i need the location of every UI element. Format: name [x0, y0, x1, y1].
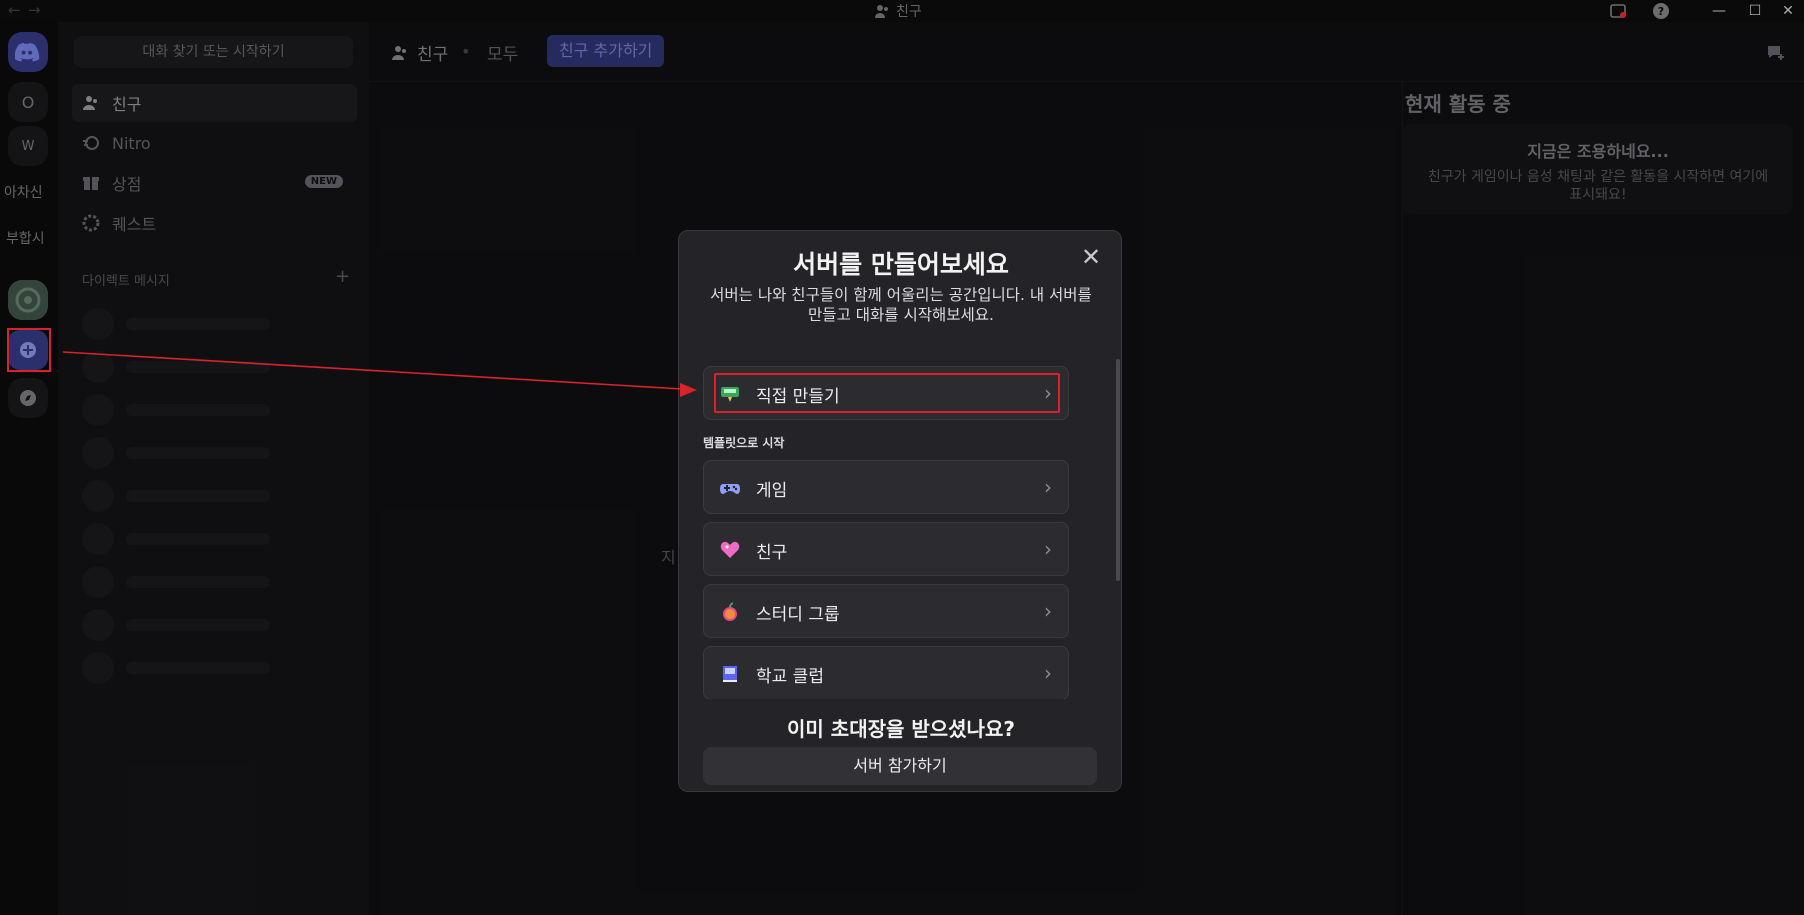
modal-close-button[interactable]: ✕ — [1077, 243, 1105, 271]
annotation-highlight-box — [7, 328, 51, 372]
separator-dot: • — [461, 42, 471, 61]
chevron-right-icon: › — [1044, 537, 1052, 561]
chevron-right-icon: › — [1044, 381, 1052, 405]
back-icon[interactable]: ← — [8, 1, 21, 19]
chevron-right-icon: › — [1044, 475, 1052, 499]
active-now-empty-body: 친구가 게임이나 음성 채팅과 같은 활동을 시작하면 여기에 표시돼요! — [1427, 169, 1769, 203]
inbox-icon[interactable] — [1609, 2, 1627, 20]
template-friends-label: 친구 — [756, 543, 788, 563]
invite-title: 이미 초대장을 받으셨나요? — [787, 717, 1015, 741]
join-server-button[interactable]: 서버 참가하기 — [703, 747, 1097, 785]
template-school-label: 학교 클럽 — [756, 667, 824, 687]
window-title-text: 친구 — [896, 4, 922, 20]
minimize-button[interactable]: — — [1704, 0, 1734, 22]
server-w[interactable]: W — [8, 126, 48, 166]
maximize-button[interactable]: ☐ — [1740, 0, 1770, 22]
create-own-label: 직접 만들기 — [756, 387, 840, 407]
new-badge: NEW — [304, 175, 343, 188]
close-window-button[interactable]: ✕ — [1773, 0, 1803, 22]
server-w-label: W — [21, 138, 35, 154]
friends-icon — [875, 5, 888, 18]
nav-quests-label: 퀘스트 — [112, 215, 157, 234]
discord-logo-icon — [15, 42, 40, 62]
nav-nitro[interactable]: Nitro — [72, 124, 357, 162]
friends-icon — [392, 45, 406, 60]
server-achasin-label: 아차신 — [4, 185, 43, 201]
friends-empty-text: 지 — [661, 548, 676, 567]
template-game-label: 게임 — [756, 481, 788, 501]
modal-footer: 이미 초대장을 받으셨나요? 서버 참가하기 — [679, 699, 1121, 791]
friends-title: 친구 — [391, 40, 448, 65]
compass-icon — [20, 390, 36, 406]
tab-all[interactable]: 모두 — [487, 40, 518, 65]
nav-friends-label: 친구 — [112, 95, 142, 114]
nav-shop[interactable]: 상점 NEW — [72, 164, 357, 202]
server-options-list[interactable]: 직접 만들기 › 템플릿으로 시작 게임 › 친구 › 스터디 그룹 › 학교 … — [679, 363, 1121, 699]
server-image[interactable] — [8, 280, 48, 320]
nav-friends[interactable]: 친구 — [72, 84, 357, 122]
server-bubhapsi[interactable]: 부합시 — [6, 218, 56, 258]
active-now-title: 현재 활동 중 — [1405, 92, 1511, 116]
server-rail: O W 아차신 부합시 — [0, 22, 58, 915]
dm-placeholder — [82, 351, 332, 383]
dm-placeholder — [82, 480, 332, 512]
dm-placeholder — [82, 308, 332, 340]
chevron-right-icon: › — [1044, 599, 1052, 623]
conversation-search[interactable]: 대화 찾기 또는 시작하기 — [74, 36, 353, 68]
add-friend-button[interactable]: 친구 추가하기 — [547, 35, 665, 67]
book-icon — [720, 664, 740, 684]
quest-icon — [82, 214, 100, 232]
modal-subtitle: 서버는 나와 친구들이 함께 어울리는 공간입니다. 내 서버를 만들고 대화를… — [710, 286, 1092, 324]
template-study-label: 스터디 그룹 — [756, 605, 840, 625]
create-own-icon — [720, 384, 740, 404]
forward-icon[interactable]: → — [28, 1, 41, 19]
friends-top-bar: 친구 • 모두 친구 추가하기 — [369, 22, 1804, 82]
discover-button[interactable] — [8, 378, 48, 418]
modal-scrollbar[interactable] — [1116, 359, 1120, 581]
window-title: 친구 — [874, 1, 922, 21]
server-o[interactable]: O — [8, 82, 48, 122]
channel-sidebar: 대화 찾기 또는 시작하기 친구 Nitro 상점 NEW 퀘스트 다이렉트 메… — [58, 22, 369, 915]
heart-icon — [720, 540, 740, 560]
new-group-dm-icon[interactable] — [1766, 42, 1786, 62]
svg-text:?: ? — [1658, 5, 1664, 18]
active-now-empty-card: 지금은 조용하네요... 친구가 게임이나 음성 채팅과 같은 활동을 시작하면… — [1403, 124, 1793, 214]
nav-nitro-label: Nitro — [112, 133, 151, 153]
modal-title: 서버를 만들어보세요 — [793, 250, 1009, 279]
create-dm-button[interactable]: + — [335, 266, 350, 287]
create-own-option[interactable]: 직접 만들기 › — [703, 366, 1069, 420]
dm-placeholder — [82, 394, 332, 426]
chevron-right-icon: › — [1044, 661, 1052, 685]
nav-shop-label: 상점 — [112, 175, 142, 194]
template-friends-option[interactable]: 친구 › — [703, 522, 1069, 576]
template-school-option[interactable]: 학교 클럽 › — [703, 646, 1069, 699]
active-now-empty-title: 지금은 조용하네요... — [1527, 142, 1669, 161]
server-o-label: O — [21, 92, 35, 112]
server-avatar-icon — [8, 280, 48, 320]
dm-placeholder — [82, 609, 332, 641]
template-game-option[interactable]: 게임 › — [703, 460, 1069, 514]
shop-icon — [83, 177, 99, 190]
templates-header: 템플릿으로 시작 — [703, 436, 785, 450]
title-bar: ← → 친구 ? — ☐ ✕ — [0, 0, 1804, 22]
active-now-panel: 현재 활동 중 지금은 조용하네요... 친구가 게임이나 음성 채팅과 같은 … — [1402, 82, 1804, 915]
apple-icon — [720, 602, 740, 622]
server-bubhapsi-label: 부합시 — [6, 231, 45, 247]
discord-app: ← → 친구 ? — ☐ ✕ O W 아차신 부합시 대화 찾기 또는 시작하기 — [0, 0, 1804, 915]
dm-placeholder — [82, 523, 332, 555]
create-server-modal: 서버를 만들어보세요 ✕ 서버는 나와 친구들이 함께 어울리는 공간입니다. … — [678, 230, 1122, 792]
dm-placeholder — [82, 652, 332, 684]
dm-placeholder — [82, 566, 332, 598]
help-icon[interactable]: ? — [1652, 2, 1670, 20]
dm-header: 다이렉트 메시지 — [82, 274, 170, 289]
nitro-icon — [83, 136, 99, 150]
nav-quests[interactable]: 퀘스트 — [72, 204, 357, 242]
home-button[interactable] — [8, 32, 48, 72]
friends-title-text: 친구 — [417, 45, 449, 65]
server-achasin[interactable]: 아차신 — [4, 172, 54, 212]
template-study-option[interactable]: 스터디 그룹 › — [703, 584, 1069, 638]
dm-placeholder — [82, 437, 332, 469]
gamepad-icon — [720, 478, 740, 498]
friends-icon — [83, 96, 97, 110]
